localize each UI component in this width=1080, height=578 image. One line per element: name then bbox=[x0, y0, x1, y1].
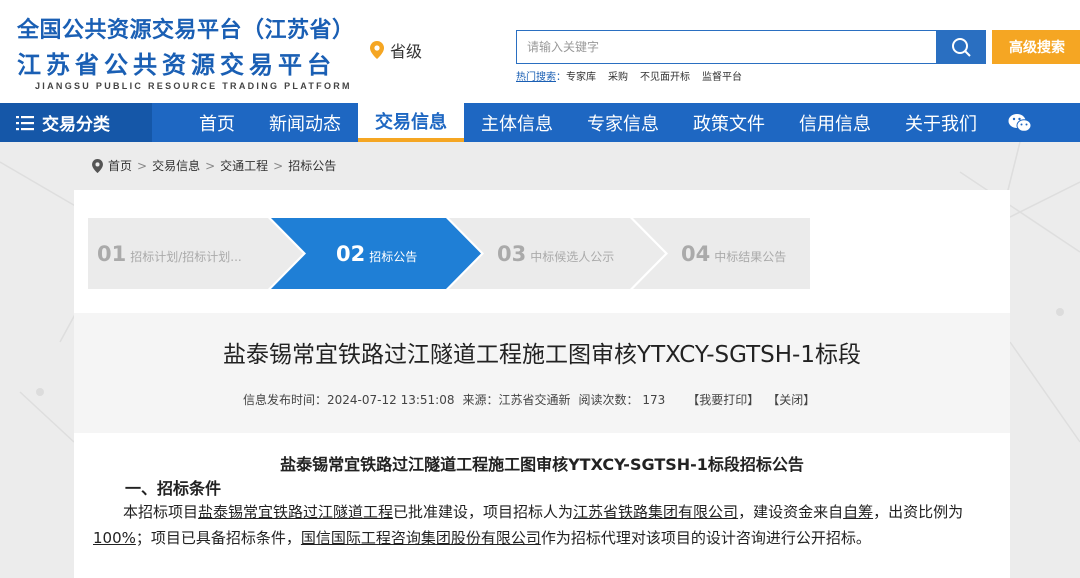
print-button[interactable]: 【我要打印】 bbox=[687, 391, 759, 408]
site-logo[interactable]: 全国公共资源交易平台（江苏省） 江苏省公共资源交易平台 JIANGSU PUBL… bbox=[17, 12, 357, 91]
logo-english-subtitle: JIANGSU PUBLIC RESOURCE TRADING PLATFORM bbox=[35, 81, 352, 91]
nav-item-home[interactable]: 首页 bbox=[182, 103, 252, 142]
breadcrumb-separator: > bbox=[137, 158, 148, 173]
announcement-title: 盐泰锡常宜铁路过江隧道工程施工图审核YTXCY-SGTSH-1标段招标公告 bbox=[280, 455, 804, 474]
nav-item-credit-info[interactable]: 信用信息 bbox=[782, 103, 888, 142]
hot-search-label: 热门搜索：专家库 bbox=[516, 72, 596, 83]
tenderer-name: 江苏省铁路集团有限公司 bbox=[573, 503, 739, 521]
nav-item-about-us[interactable]: 关于我们 bbox=[888, 103, 994, 142]
funding-ratio: 100% bbox=[93, 529, 136, 547]
search-button[interactable] bbox=[936, 30, 986, 64]
nav-item-expert-info[interactable]: 专家信息 bbox=[570, 103, 676, 142]
nav-items: 首页 新闻动态 交易信息 主体信息 专家信息 政策文件 信用信息 关于我们 bbox=[182, 103, 1046, 142]
breadcrumb-item[interactable]: 交通工程 bbox=[220, 157, 268, 174]
location-label: 省级 bbox=[390, 42, 423, 61]
nav-item-news[interactable]: 新闻动态 bbox=[252, 103, 358, 142]
wechat-icon bbox=[1008, 113, 1032, 132]
page-title: 盐泰锡常宜铁路过江隧道工程施工图审核YTXCY-SGTSH-1标段 bbox=[223, 342, 861, 368]
document-meta: 信息发布时间：2024-07-12 13:51:08 来源：江苏省交通新 阅读次… bbox=[243, 391, 815, 408]
source: 来源：江苏省交通新 bbox=[462, 393, 571, 407]
location-selector[interactable]: 省级 bbox=[370, 38, 422, 62]
logo-title-national: 全国公共资源交易平台（江苏省） bbox=[17, 18, 355, 43]
nav-item-trading-info[interactable]: 交易信息 bbox=[358, 103, 464, 142]
title-band bbox=[74, 313, 1010, 433]
announcement-paragraph: 本招标项目盐泰锡常宜铁路过江隧道工程已批准建设，项目招标人为江苏省铁路集团有限公… bbox=[93, 503, 964, 547]
site-header: 全国公共资源交易平台（江苏省） 江苏省公共资源交易平台 JIANGSU PUBL… bbox=[0, 0, 1080, 103]
location-pin-icon bbox=[370, 41, 384, 59]
advanced-search-button[interactable]: 高级搜索 bbox=[992, 30, 1080, 64]
search-input[interactable] bbox=[516, 30, 936, 64]
step-3[interactable]: 03 中标候选人公示 bbox=[497, 242, 614, 266]
breadcrumb-item[interactable]: 首页 bbox=[108, 157, 132, 174]
breadcrumb-item[interactable]: 交易信息 bbox=[152, 157, 200, 174]
publish-time: 信息发布时间：2024-07-12 13:51:08 bbox=[243, 393, 455, 407]
breadcrumb-current: 招标公告 bbox=[288, 159, 337, 173]
close-button[interactable]: 【关闭】 bbox=[767, 391, 815, 408]
hot-search-list: 热门搜索：专家库 采购 不见面开标 监督平台 bbox=[516, 68, 986, 83]
menu-list-icon bbox=[16, 115, 34, 130]
hot-search-item[interactable]: 不见面开标 bbox=[640, 68, 690, 83]
view-count: 阅读次数： 173 bbox=[578, 393, 666, 407]
step-1[interactable]: 01 招标计划/招标计划... bbox=[97, 242, 242, 266]
breadcrumb: 首页 > 交易信息 > 交通工程 > 招标公告 bbox=[92, 157, 336, 174]
section-heading: 一、招标条件 bbox=[125, 479, 222, 498]
progress-steps: 01 招标计划/招标计划... 02 招标公告 03 中标候选人公示 04 中标… bbox=[88, 218, 810, 289]
location-pin-icon bbox=[92, 158, 103, 173]
step-4[interactable]: 04 中标结果公告 bbox=[681, 242, 786, 266]
search-area: 高级搜索 热门搜索：专家库 采购 不见面开标 监督平台 bbox=[516, 30, 1080, 83]
hot-search-item[interactable]: 采购 bbox=[608, 68, 628, 83]
project-name: 盐泰锡常宜铁路过江隧道工程 bbox=[198, 503, 394, 521]
hot-search-item[interactable]: 监督平台 bbox=[702, 68, 742, 83]
main-nav: 交易分类 首页 新闻动态 交易信息 主体信息 专家信息 政策文件 信用信息 关于… bbox=[0, 103, 1080, 142]
search-box bbox=[516, 30, 986, 64]
nav-item-entity-info[interactable]: 主体信息 bbox=[464, 103, 570, 142]
fund-source: 自筹 bbox=[843, 503, 874, 521]
logo-title-provincial: 江苏省公共资源交易平台 bbox=[17, 51, 336, 79]
breadcrumb-separator: > bbox=[273, 158, 284, 173]
agent-name: 国信国际工程咨询集团股份有限公司 bbox=[300, 529, 541, 547]
category-menu-button[interactable]: 交易分类 bbox=[0, 103, 152, 142]
hot-search-item[interactable]: 专家库 bbox=[566, 72, 596, 83]
step-2[interactable]: 02 招标公告 bbox=[336, 242, 417, 266]
wechat-button[interactable] bbox=[994, 103, 1046, 142]
search-icon bbox=[952, 38, 971, 57]
nav-item-policy-docs[interactable]: 政策文件 bbox=[676, 103, 782, 142]
hot-search-link[interactable]: 热门搜索 bbox=[516, 72, 556, 83]
category-menu-label: 交易分类 bbox=[42, 115, 110, 135]
breadcrumb-separator: > bbox=[205, 158, 216, 173]
